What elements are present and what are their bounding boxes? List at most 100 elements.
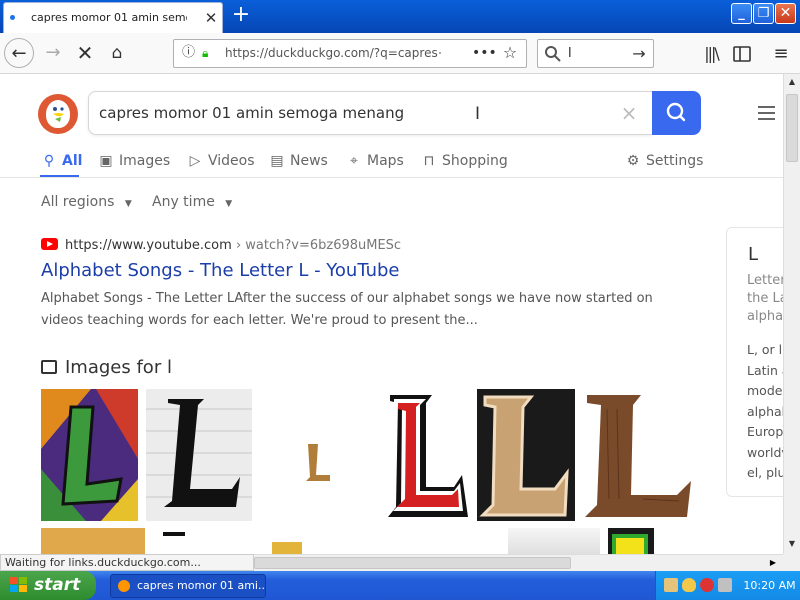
- text-cursor-icon: I: [475, 104, 481, 124]
- image-thumbnail[interactable]: [260, 389, 378, 521]
- info-icon[interactable]: ⓘ: [182, 45, 196, 61]
- ddg-search-input[interactable]: capres momor 01 amin semoga menang I ×: [88, 91, 652, 135]
- search-icon: [545, 46, 561, 62]
- tab-videos[interactable]: ▷ Videos: [187, 150, 255, 172]
- bookmark-star-icon[interactable]: ☆: [500, 44, 520, 62]
- system-tray: 10:20 AM: [655, 571, 800, 600]
- kp-body: L, or l, Latin a mode alphab Europ world…: [747, 342, 783, 480]
- tab-label: All: [62, 153, 83, 169]
- duck-icon: [46, 100, 70, 128]
- image-thumbnail[interactable]: [41, 528, 145, 554]
- search-icon: [666, 102, 686, 122]
- sidebar-icon[interactable]: [731, 43, 753, 65]
- image-thumbnail[interactable]: [146, 389, 252, 521]
- volume-icon[interactable]: [718, 578, 732, 592]
- windows-logo-icon: [10, 577, 27, 592]
- scroll-up-arrow-icon[interactable]: ▲: [784, 74, 800, 90]
- image-thumbnail[interactable]: [153, 528, 193, 554]
- letter-l-metal-image: [477, 389, 575, 521]
- library-icon[interactable]: |||\: [700, 43, 722, 65]
- region-filter-dropdown[interactable]: All regions ▼: [41, 193, 132, 211]
- close-window-button[interactable]: ✕: [775, 3, 796, 24]
- image-thumbnail[interactable]: [388, 389, 469, 521]
- image-thumbnail[interactable]: [608, 528, 654, 554]
- settings-link[interactable]: ⚙ Settings: [625, 150, 704, 172]
- image-thumbnail[interactable]: [583, 389, 693, 521]
- result-snippet: Alphabet Songs - The Letter LAfter the s…: [41, 291, 653, 328]
- active-tab-underline: [40, 175, 79, 177]
- tab-news[interactable]: ▤ News: [269, 150, 328, 172]
- security-alert-icon[interactable]: [700, 578, 714, 592]
- search-go-icon[interactable]: →: [628, 44, 650, 64]
- scrollbar-thumb[interactable]: [254, 557, 571, 569]
- image-thumbnail[interactable]: [41, 389, 138, 521]
- tab-label: Videos: [208, 153, 255, 169]
- result-title-link[interactable]: Alphabet Songs - The Letter L - YouTube: [41, 260, 641, 284]
- browser-search-box[interactable]: l →: [537, 39, 654, 68]
- time-filter-dropdown[interactable]: Any time ▼: [152, 193, 232, 211]
- clock[interactable]: 10:20 AM: [742, 571, 797, 600]
- tab-label: News: [290, 153, 328, 169]
- caret-down-icon: ▼: [124, 199, 132, 209]
- scrollbar-corner: [783, 554, 800, 571]
- clear-icon[interactable]: ×: [619, 102, 639, 124]
- region-filter-label: All regions: [41, 194, 115, 210]
- hamburger-menu-icon[interactable]: ≡: [770, 43, 792, 65]
- taskbar: start capres momor 01 ami... 10:20 AM: [0, 571, 800, 600]
- tab-images[interactable]: ▣ Images: [98, 150, 170, 172]
- scrollbar-thumb[interactable]: [786, 94, 798, 162]
- tab-all[interactable]: ⚲ All: [41, 150, 83, 172]
- image-icon: ▣: [99, 153, 113, 169]
- tab-label: Shopping: [442, 153, 508, 169]
- horizontal-scrollbar[interactable]: ▶: [254, 554, 783, 571]
- browser-tab[interactable]: capres momor 01 amin semoga menang ✕: [3, 2, 223, 33]
- scroll-right-arrow-icon[interactable]: ▶: [766, 556, 780, 570]
- image-thumbnail[interactable]: [508, 528, 600, 554]
- firefox-icon: [118, 580, 130, 592]
- status-bar: Waiting for links.duckduckgo.com...: [0, 554, 254, 571]
- minimize-button[interactable]: _: [731, 3, 752, 24]
- image-thumbnail[interactable]: [477, 389, 575, 521]
- youtube-icon: [41, 238, 58, 250]
- tab-close-icon[interactable]: ✕: [203, 9, 219, 27]
- vertical-scrollbar[interactable]: ▲ ▼: [783, 74, 800, 554]
- ddg-menu-icon[interactable]: [758, 106, 776, 120]
- gold-block-image: [272, 542, 302, 554]
- newspaper-icon: ▤: [270, 153, 284, 169]
- home-button[interactable]: ⌂: [102, 38, 132, 68]
- letter-l-gold-small-image: [306, 444, 330, 481]
- forward-button[interactable]: →: [38, 38, 68, 68]
- result-source[interactable]: https://www.youtube.com › watch?v=6bz698…: [41, 237, 641, 255]
- shopping-bag-icon: ⊓: [423, 153, 435, 169]
- stop-button[interactable]: ✕: [70, 38, 100, 68]
- shield-icon[interactable]: [682, 578, 696, 592]
- back-button[interactable]: ←: [4, 38, 34, 68]
- url-bar[interactable]: ⓘ 🔒︎ https://duckduckgo.com/?q=capres+ •…: [173, 39, 527, 68]
- query-text[interactable]: capres momor 01 amin semoga menang: [99, 104, 529, 124]
- letter-l-stained-glass-image: [41, 389, 138, 521]
- tab-maps[interactable]: ⌖ Maps: [346, 150, 404, 172]
- sliders-icon: ⚙: [626, 153, 640, 169]
- tab-shopping[interactable]: ⊓ Shopping: [421, 150, 508, 172]
- image-thumbnail[interactable]: [268, 528, 308, 554]
- maximize-button[interactable]: ❐: [753, 3, 774, 24]
- new-tab-button[interactable]: +: [229, 4, 253, 28]
- start-button[interactable]: start: [0, 571, 96, 600]
- time-filter-label: Any time: [152, 194, 215, 210]
- page-actions-icon[interactable]: •••: [472, 44, 497, 62]
- search-box-value[interactable]: l: [568, 45, 618, 63]
- images-header-label: Images for l: [65, 357, 172, 378]
- kp-subtitle: Letter the La alpha: [747, 273, 783, 324]
- scroll-down-arrow-icon[interactable]: ▼: [784, 536, 800, 552]
- search-icon: ⚲: [43, 153, 55, 169]
- taskbar-window-item[interactable]: capres momor 01 ami...: [110, 574, 266, 598]
- duckduckgo-logo[interactable]: [38, 94, 78, 134]
- search-button[interactable]: [652, 91, 701, 135]
- letter-l-wood-image: [585, 395, 691, 517]
- lock-icon: 🔒︎: [202, 46, 209, 60]
- result-path: › watch?v=6bz698uMESc: [235, 238, 402, 253]
- images-section-header[interactable]: Images for l: [41, 357, 172, 379]
- green-yellow-block-image: [612, 534, 648, 554]
- network-icon[interactable]: [664, 578, 678, 592]
- url-text[interactable]: https://duckduckgo.com/?q=capres+: [225, 46, 441, 62]
